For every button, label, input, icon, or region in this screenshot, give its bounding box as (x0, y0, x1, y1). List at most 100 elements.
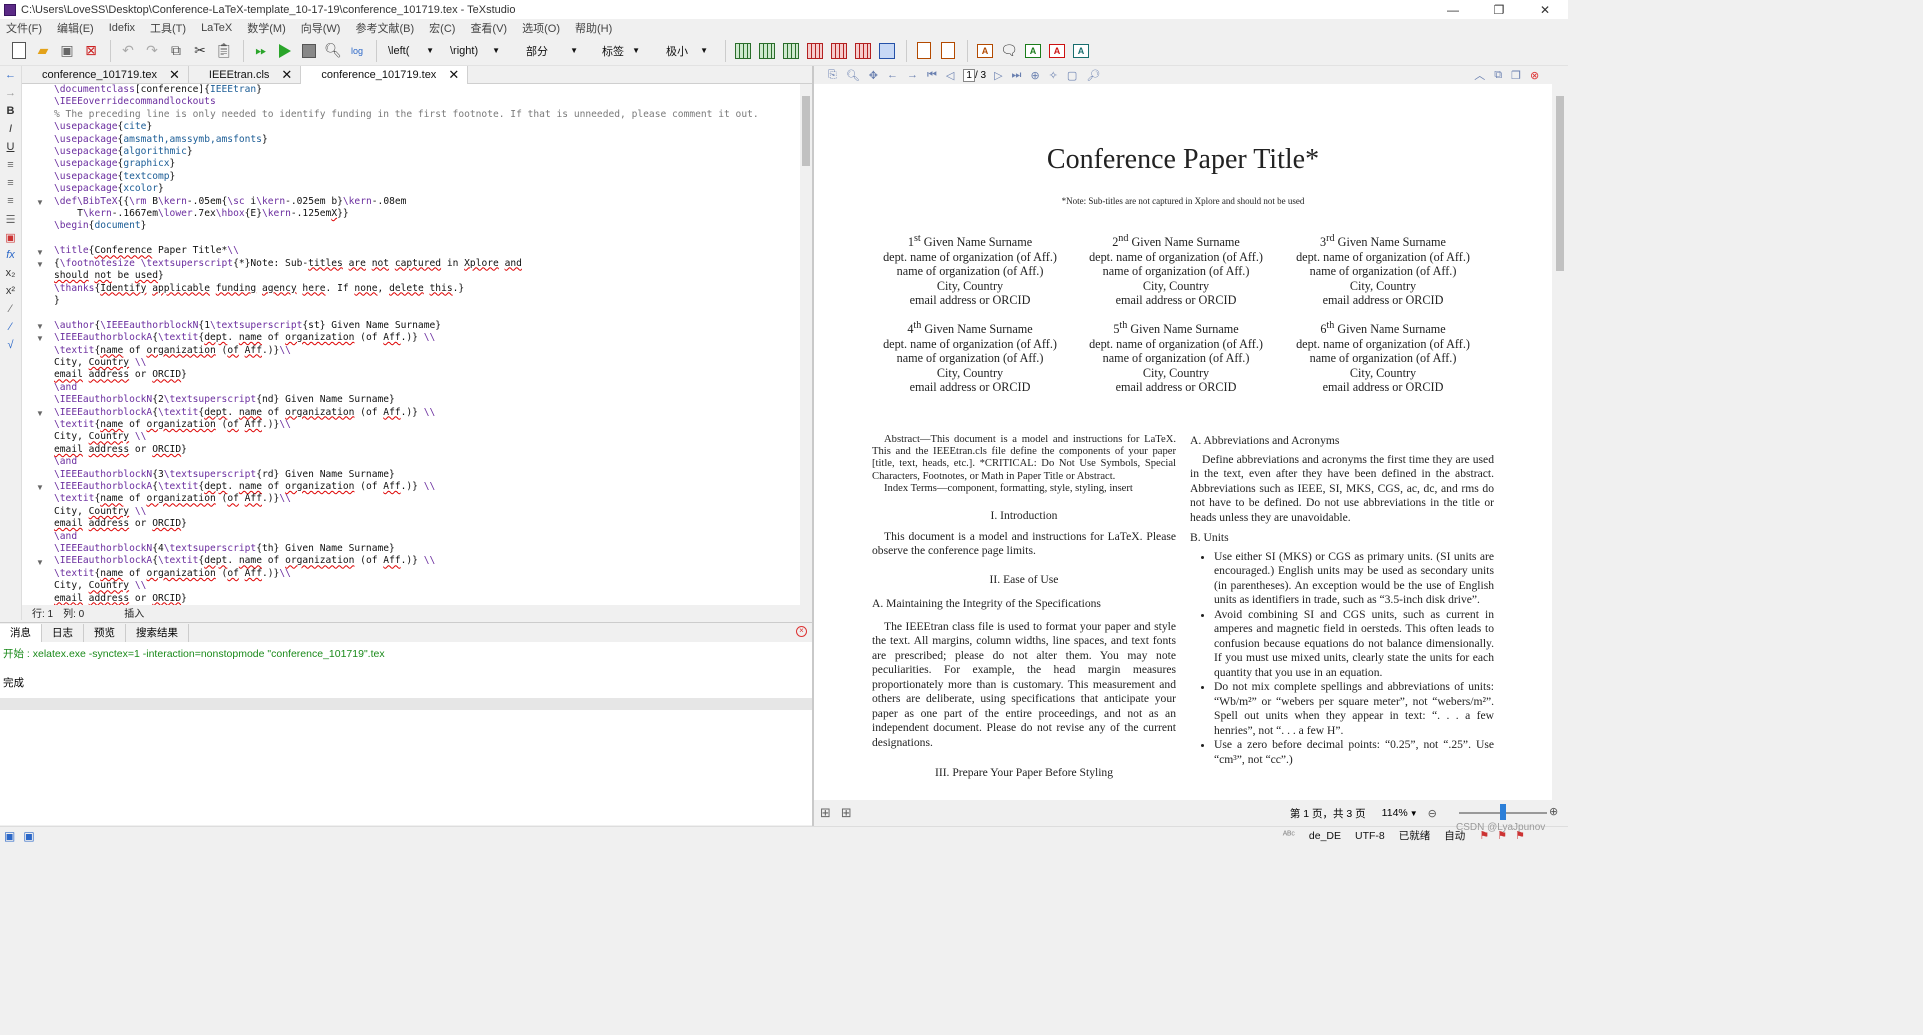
zoom-level[interactable]: 114% (1382, 807, 1408, 819)
prev-page-icon[interactable]: ◁ (946, 69, 954, 82)
menu-edit[interactable]: 编辑(E) (57, 20, 94, 36)
fold-marker-icon[interactable]: ▼ (36, 198, 44, 207)
paste-icon[interactable]: 📋︎ (213, 40, 235, 62)
fold-marker-icon[interactable]: ▼ (36, 260, 44, 269)
math-fx-icon[interactable]: fx (0, 246, 21, 264)
tab-log[interactable]: 日志 (42, 623, 84, 642)
window-icon[interactable]: ❐ (1511, 69, 1521, 82)
tab-conference-tex-1[interactable]: conference_101719.tex ✕ (22, 66, 189, 84)
tab-messages[interactable]: 消息 (0, 623, 42, 642)
pdf-tool-icon[interactable]: ⎘ (828, 69, 837, 82)
forward-icon[interactable]: → (907, 69, 918, 81)
tab-ieeetran-cls[interactable]: IEEEtran.cls ✕ (189, 66, 302, 84)
view-pdf-icon[interactable]: 🔍︎ (322, 40, 344, 62)
code-editor[interactable]: ▼ ▼ ▼ ▼ ▼ ▼ ▼ ▼ \documentclass[conferenc… (22, 84, 800, 605)
comment-icon[interactable]: 🗨︎ (998, 40, 1020, 62)
insert-ref-icon[interactable] (937, 40, 959, 62)
minimize-button[interactable]: — (1430, 0, 1476, 19)
size-combo[interactable]: 极小 ▼ (661, 40, 713, 62)
fold-marker-icon[interactable]: ▼ (36, 248, 44, 257)
move-icon[interactable]: ✥ (869, 69, 878, 82)
compile-icon[interactable] (274, 40, 296, 62)
fraction-icon[interactable]: ⁄ (0, 300, 21, 318)
format-a-red-icon[interactable]: A (1046, 40, 1068, 62)
encoding-selector[interactable]: UTF-8 (1355, 830, 1385, 842)
menu-options[interactable]: 选项(O) (522, 20, 560, 36)
dock-icon[interactable]: ⧉ (1494, 69, 1502, 82)
menu-tools[interactable]: 工具(T) (150, 20, 186, 36)
superscript-icon[interactable]: x² (0, 282, 21, 300)
menu-wizards[interactable]: 向导(W) (301, 20, 341, 36)
cut-icon[interactable]: ✂ (189, 40, 211, 62)
first-page-icon[interactable]: ⏮︎ (927, 69, 937, 82)
copy-icon[interactable]: ⧉ (165, 40, 187, 62)
menu-macros[interactable]: 宏(C) (429, 20, 455, 36)
save-icon[interactable]: ▣ (56, 40, 78, 62)
maximize-button[interactable]: ❐ (1476, 0, 1522, 19)
menu-idefix[interactable]: Idefix (109, 22, 135, 34)
fold-marker-icon[interactable]: ▼ (36, 558, 44, 567)
page-input[interactable]: 1 (963, 68, 975, 82)
build-and-view-icon[interactable]: ⏩︎ (250, 40, 272, 62)
language-selector[interactable]: de_DE (1309, 830, 1341, 842)
collapse-icon[interactable]: ︿ (1474, 67, 1485, 83)
dfrac-icon[interactable]: ⁄ (0, 318, 21, 336)
italic-icon[interactable]: I (0, 120, 21, 138)
layout-icon[interactable]: ▣ (4, 829, 15, 843)
spellcheck-icon[interactable]: ᴬᴮᶜ (1283, 830, 1295, 841)
source-code[interactable]: \documentclass[conference]{IEEEtran} \IE… (54, 84, 759, 605)
tabular-icon[interactable] (732, 40, 754, 62)
redo-icon[interactable]: ↷ (141, 40, 163, 62)
menu-latex[interactable]: LaTeX (201, 22, 232, 34)
bold-icon[interactable]: B (0, 102, 21, 120)
fold-marker-icon[interactable]: ▼ (36, 483, 44, 492)
sync-icon[interactable]: ⊞ (820, 805, 831, 821)
magnifier-icon[interactable]: 🔎︎ (1086, 69, 1100, 82)
label-combo[interactable]: 标签 ▼ (597, 40, 645, 62)
zoom-slider-handle[interactable] (1500, 804, 1506, 820)
tabular-cut-icon[interactable] (852, 40, 874, 62)
pdf-scrollbar[interactable] (1552, 84, 1568, 800)
close-document-icon[interactable]: ⊠ (80, 40, 102, 62)
editor-scrollbar[interactable] (800, 84, 812, 605)
fold-marker-icon[interactable]: ▼ (36, 322, 44, 331)
fold-marker-icon[interactable]: ▼ (36, 409, 44, 418)
tabular-add-col-icon[interactable] (780, 40, 802, 62)
stop-icon[interactable] (298, 40, 320, 62)
pdf-viewer[interactable]: Conference Paper Title* *Note: Sub-title… (814, 84, 1552, 800)
close-button[interactable]: ✕ (1522, 0, 1568, 19)
arrow-left-icon[interactable]: ← (0, 66, 21, 84)
menu-file[interactable]: 文件(F) (6, 20, 42, 36)
undo-icon[interactable]: ↶ (117, 40, 139, 62)
zoom-out-icon[interactable]: ⊖ (1428, 807, 1437, 820)
menu-bibliography[interactable]: 参考文献(B) (355, 20, 414, 36)
view-log-icon[interactable]: log (346, 40, 368, 62)
tabular-align-icon[interactable] (876, 40, 898, 62)
back-icon[interactable]: ← (887, 69, 898, 81)
close-icon[interactable]: ✕ (281, 67, 292, 83)
structure-icon[interactable]: ▣ (0, 228, 21, 246)
close-icon[interactable]: ✕ (169, 67, 180, 83)
menu-help[interactable]: 帮助(H) (575, 20, 612, 36)
align-right-icon[interactable]: ≡ (0, 192, 21, 210)
open-folder-icon[interactable]: ▰ (32, 40, 54, 62)
zoom-in-icon[interactable]: ⊕ (1549, 805, 1558, 818)
fit-icon[interactable]: ✧ (1049, 69, 1058, 82)
new-file-icon[interactable] (8, 40, 30, 62)
tabular-remove-col-icon[interactable] (828, 40, 850, 62)
subscript-icon[interactable]: x₂ (0, 264, 21, 282)
align-center-icon[interactable]: ≡ (0, 174, 21, 192)
format-a-green-icon[interactable]: A (1022, 40, 1044, 62)
sqrt-icon[interactable]: √ (0, 336, 21, 354)
zoom-in-icon[interactable]: ⊕ (1030, 69, 1039, 82)
menu-view[interactable]: 查看(V) (470, 20, 507, 36)
chevron-down-icon[interactable]: ▼ (1410, 809, 1418, 818)
tab-conference-tex-2[interactable]: conference_101719.tex ✕ (301, 66, 469, 84)
right-delimiter-combo[interactable]: \right) ▼ (445, 40, 505, 62)
last-page-icon[interactable]: ⏭︎ (1012, 69, 1022, 82)
arrow-right-icon[interactable]: → (0, 84, 21, 102)
tabular-remove-row-icon[interactable] (804, 40, 826, 62)
format-a-teal-icon[interactable]: A (1070, 40, 1092, 62)
section-combo[interactable]: 部分 ▼ (521, 40, 583, 62)
close-icon[interactable]: ✕ (448, 67, 459, 83)
